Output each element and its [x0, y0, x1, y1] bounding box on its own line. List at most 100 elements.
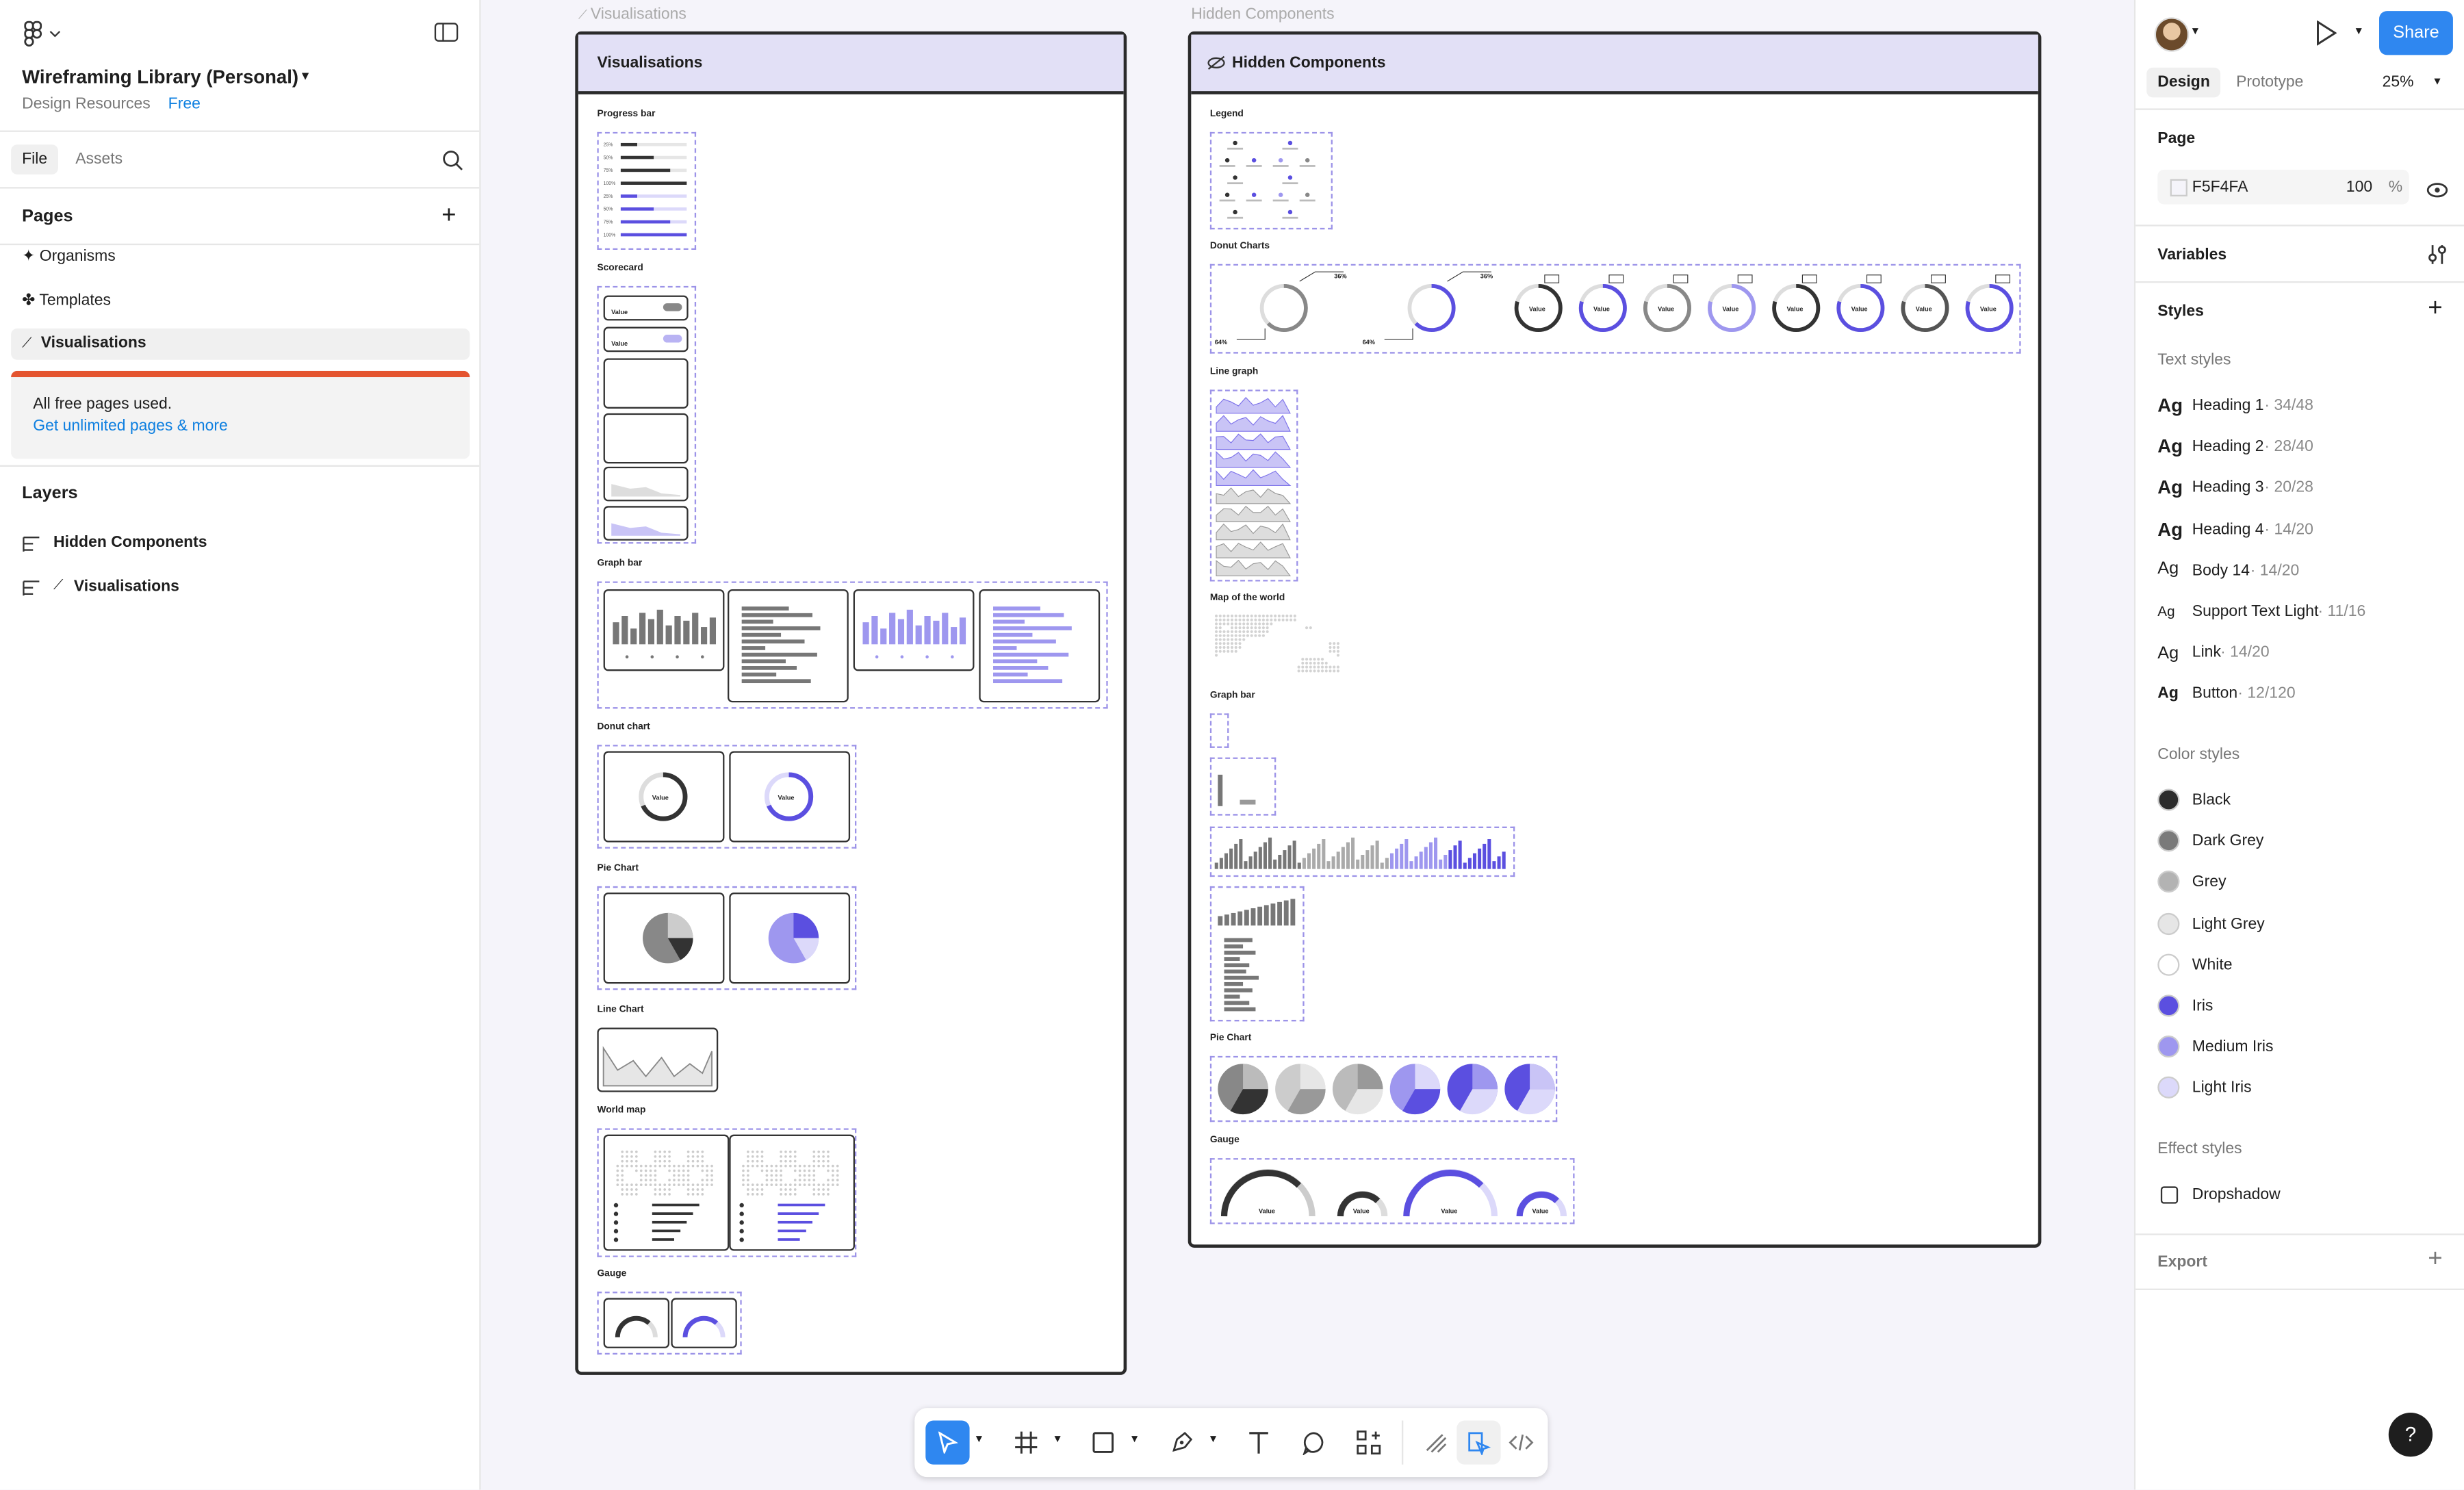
actions-tool-button[interactable]	[1347, 1421, 1391, 1465]
zoom-chevron-icon[interactable]: ▾	[2434, 74, 2440, 88]
present-button[interactable]	[2315, 20, 2337, 53]
page-item-organisms[interactable]: ✦ Organisms	[22, 248, 116, 266]
plan-badge[interactable]: Free	[168, 96, 201, 113]
color-style-item[interactable]: Light Grey	[2157, 912, 2440, 938]
draw-mode-button[interactable]	[1414, 1421, 1458, 1465]
map-dot	[1222, 622, 1226, 626]
bar	[1224, 969, 1246, 974]
shape-tool-button[interactable]	[1081, 1421, 1125, 1465]
add-page-icon[interactable]: +	[441, 203, 456, 229]
page-color-swatch[interactable]	[2170, 179, 2187, 196]
map-dot	[1230, 630, 1234, 634]
present-chevron-icon[interactable]: ▾	[2356, 23, 2362, 38]
map-dot	[1258, 630, 1261, 634]
comment-tool-button[interactable]	[1292, 1421, 1335, 1465]
page-color-value[interactable]: F5F4FA	[2192, 179, 2248, 196]
project-name[interactable]: Design Resources	[22, 96, 151, 113]
bar	[1351, 837, 1355, 869]
shape-tool-chevron-icon[interactable]: ▾	[1131, 1432, 1138, 1446]
layer-item-hidden-components[interactable]: Hidden Components	[22, 531, 462, 556]
export-heading[interactable]: Export	[2157, 1254, 2207, 1271]
pen-tool-button[interactable]	[1159, 1421, 1203, 1465]
page-color-field[interactable]: F5F4FA 100 %	[2157, 169, 2409, 205]
text-style-item[interactable]: Ag Support Text Light · 11/16	[2157, 599, 2440, 624]
pen-tool-chevron-icon[interactable]: ▾	[1210, 1432, 1216, 1446]
line-chart-card	[597, 1027, 719, 1092]
text-style-item[interactable]: Ag Heading 1 · 34/48	[2157, 393, 2440, 418]
legend-dot	[951, 655, 954, 658]
eye-icon[interactable]	[2426, 177, 2448, 205]
file-menu-chevron-icon[interactable]: ▾	[302, 68, 309, 85]
search-icon[interactable]	[441, 149, 463, 179]
move-tool-button[interactable]	[925, 1420, 970, 1465]
color-swatch	[2157, 871, 2180, 893]
page-opacity-value[interactable]: 100	[2346, 179, 2372, 196]
map-dot	[798, 1169, 801, 1172]
add-export-icon[interactable]: +	[2428, 1247, 2442, 1273]
tab-assets[interactable]: Assets	[75, 151, 123, 168]
canvas[interactable]: ⟋ Visualisations Hidden Components Visua…	[480, 0, 2134, 1490]
text-style-item[interactable]: Ag Body 14 · 14/20	[2157, 558, 2440, 583]
tab-file[interactable]: File	[11, 144, 59, 175]
frame2-outside-label[interactable]: Hidden Components	[1191, 6, 1334, 23]
dev-mode-button[interactable]	[1499, 1421, 1543, 1465]
map-dot	[1214, 614, 1218, 618]
page-item-templates[interactable]: ✤ Templates	[22, 292, 111, 309]
graph-bar-strip	[1209, 826, 1515, 877]
map-dot	[635, 1155, 638, 1158]
variables-icon[interactable]	[2426, 244, 2448, 274]
frame1-outside-label[interactable]: ⟋ Visualisations	[578, 6, 686, 23]
color-style-item[interactable]: Grey	[2157, 871, 2440, 897]
color-style-item[interactable]: Dark Grey	[2157, 830, 2440, 856]
share-button[interactable]: Share	[2379, 11, 2453, 55]
color-style-item[interactable]: Black	[2157, 788, 2440, 814]
bar	[1341, 847, 1345, 869]
color-style-item[interactable]: White	[2157, 953, 2440, 979]
bar	[709, 617, 717, 645]
tab-prototype[interactable]: Prototype	[2236, 74, 2303, 91]
bar	[993, 626, 1072, 630]
text-style-item[interactable]: Ag Heading 2 · 28/40	[2157, 434, 2440, 459]
map-dot	[1261, 618, 1265, 621]
text-style-item[interactable]: Ag Button · 12/120	[2157, 681, 2440, 706]
hidden-components-frame[interactable]: Hidden Components Legend Donut Charts Va…	[1188, 31, 2042, 1248]
rectangle-icon	[1092, 1432, 1114, 1453]
bar	[1278, 854, 1282, 869]
color-style-item[interactable]: Light Iris	[2157, 1077, 2440, 1103]
avatar-chevron-icon[interactable]: ▾	[2192, 23, 2198, 38]
layer-item-visualisations[interactable]: ⟋ Visualisations	[22, 575, 462, 600]
page-item-visualisations[interactable]: ⟋ Visualisations	[11, 328, 470, 360]
visualisations-frame[interactable]: Visualisations Progress bar 25% 50% 75% 100…	[575, 31, 1127, 1375]
legend-text-line	[1282, 216, 1298, 219]
legend-dot	[613, 1211, 619, 1216]
upgrade-link[interactable]: Get unlimited pages & more	[33, 418, 228, 435]
color-style-item[interactable]: Iris	[2157, 994, 2440, 1020]
help-button[interactable]: ?	[2388, 1413, 2433, 1457]
effect-style-item[interactable]: Dropshadow	[2157, 1183, 2440, 1209]
frame-tool-button[interactable]	[1004, 1421, 1048, 1465]
zoom-level[interactable]: 25%	[2383, 74, 2414, 91]
text-styles-heading: Text styles	[2157, 352, 2231, 370]
frame-tool-chevron-icon[interactable]: ▾	[1055, 1432, 1061, 1446]
text-style-item[interactable]: Ag Heading 4 · 14/20	[2157, 516, 2440, 541]
map-dot	[1266, 622, 1269, 626]
variables-heading[interactable]: Variables	[2157, 246, 2226, 264]
file-name[interactable]: Wireframing Library (Personal)	[22, 66, 298, 88]
move-tool-chevron-icon[interactable]: ▾	[976, 1432, 982, 1446]
main-menu-button[interactable]	[19, 19, 66, 47]
design-mode-button[interactable]	[1456, 1420, 1501, 1465]
map-dot	[682, 1183, 685, 1186]
map-dot	[747, 1159, 749, 1163]
bar	[1257, 906, 1263, 926]
add-style-icon[interactable]: +	[2428, 296, 2442, 322]
avatar[interactable]	[2154, 17, 2190, 52]
bar	[1492, 861, 1496, 869]
tab-design[interactable]: Design	[2146, 67, 2221, 98]
text-tool-button[interactable]	[1237, 1421, 1281, 1465]
text-style-item[interactable]: Ag Heading 3 · 20/28	[2157, 475, 2440, 500]
color-style-item[interactable]: Medium Iris	[2157, 1036, 2440, 1061]
text-style-spec: · 12/120	[2237, 685, 2296, 704]
toggle-sidebar-icon[interactable]	[434, 22, 459, 52]
text-style-item[interactable]: Ag Link · 14/20	[2157, 640, 2440, 665]
map-dot	[756, 1155, 759, 1158]
